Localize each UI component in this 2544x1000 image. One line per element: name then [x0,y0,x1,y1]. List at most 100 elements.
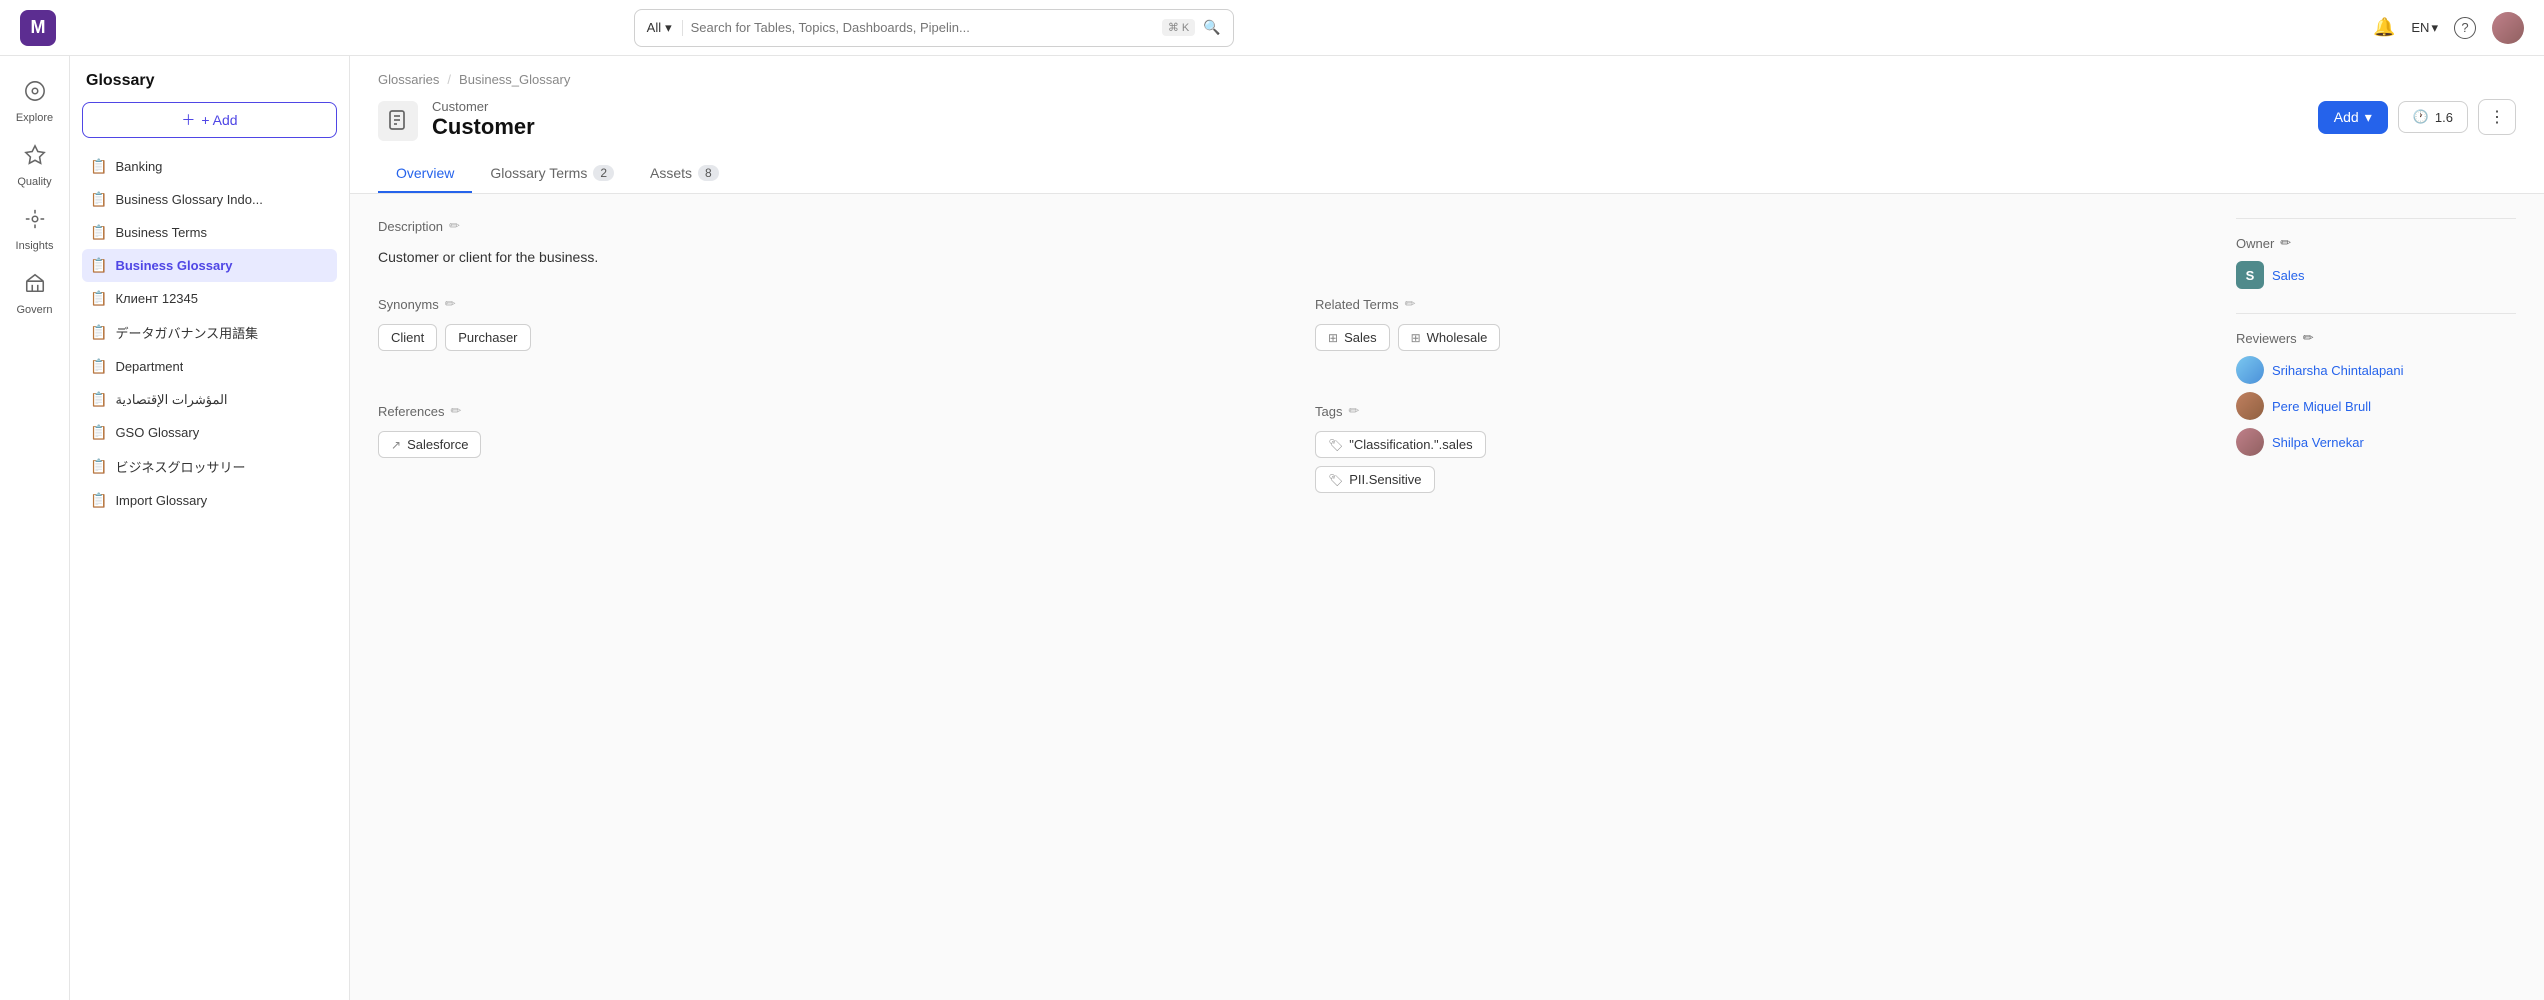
owner-section: Owner ✏ S Sales [2236,235,2516,289]
related-term-wholesale[interactable]: ⊞ Wholesale [1398,324,1501,351]
description-label: Description ✏ [378,218,2212,234]
tag-classification-sales[interactable]: 🏷 "Classification.".sales [1315,431,1486,458]
synonyms-edit-icon[interactable]: ✏ [445,296,456,312]
tab-glossary-terms[interactable]: Glossary Terms 2 [472,153,632,193]
page-title: Customer [432,114,535,140]
doc-icon: 📋 [90,224,107,241]
avatar[interactable] [2492,12,2524,44]
glossary-title: Glossary [82,72,337,90]
reviewers-label: Reviewers ✏ [2236,330,2516,346]
description-edit-icon[interactable]: ✏ [449,218,460,234]
synonym-purchaser[interactable]: Purchaser [445,324,530,351]
help-icon[interactable]: ? [2454,16,2476,39]
reviewer-avatar-sriharsha [2236,356,2264,384]
search-kbd: ⌘K [1162,19,1195,36]
app-logo[interactable]: M [20,10,56,46]
references-edit-icon[interactable]: ✏ [450,403,461,419]
related-terms-section: Related Terms ✏ ⊞ Sales ⊞ Wholesale [1315,296,2212,351]
topbar-right: 🔔 EN ▾ ? [2373,12,2524,44]
tags-label: Tags ✏ [1315,403,2212,419]
topbar: M All ▾ ⌘K 🔍 🔔 EN ▾ ? [0,0,2544,56]
related-terms-edit-icon[interactable]: ✏ [1405,296,1416,312]
glossary-item-gso-glossary[interactable]: 📋 GSO Glossary [82,416,337,449]
tab-assets[interactable]: Assets 8 [632,153,737,193]
icon-nav: Explore Quality Insights [0,56,70,1000]
tabs: Overview Glossary Terms 2 Assets 8 [378,153,2516,193]
reviewer-avatar-pere [2236,392,2264,420]
more-options-button[interactable]: ⋮ [2478,99,2516,135]
tags-edit-icon[interactable]: ✏ [1348,403,1359,419]
breadcrumb-glossaries[interactable]: Glossaries [378,72,439,87]
related-terms-tags: ⊞ Sales ⊞ Wholesale [1315,324,2212,351]
explore-label: Explore [16,112,53,124]
owner-name[interactable]: Sales [2272,268,2305,283]
reference-salesforce[interactable]: ↗ Salesforce [378,431,481,458]
reviewers-edit-icon[interactable]: ✏ [2303,330,2314,346]
content-header: Glossaries / Business_Glossary [350,56,2544,194]
doc-icon: 📋 [90,324,107,341]
sidebar-item-insights[interactable]: Insights [7,200,63,260]
owner-edit-icon[interactable]: ✏ [2280,235,2291,251]
reviewers-section: Reviewers ✏ Sriharsha Chintalapani [2236,330,2516,456]
glossary-item-business-glossary-indo[interactable]: 📋 Business Glossary Indo... [82,183,337,216]
reviewer-sriharsha: Sriharsha Chintalapani [2236,356,2516,384]
quality-label: Quality [17,176,51,188]
sidebar-item-explore[interactable]: Explore [7,72,63,132]
glossary-list: 📋 Banking 📋 Business Glossary Indo... 📋 … [82,150,337,517]
reviewer-name-shilpa[interactable]: Shilpa Vernekar [2272,435,2364,450]
glossary-item-arabic-indicators[interactable]: 📋 المؤشرات الإقتصادية [82,383,337,416]
insights-icon [24,208,46,236]
glossary-item-client-12345[interactable]: 📋 Клиент 12345 [82,282,337,315]
glossary-item-import-glossary[interactable]: 📋 Import Glossary [82,484,337,517]
assets-badge: 8 [698,165,719,181]
reviewer-shilpa: Shilpa Vernekar [2236,428,2516,456]
synonyms-tags: Client Purchaser [378,324,1275,351]
doc-icon: 📋 [90,424,107,441]
main-content: Glossaries / Business_Glossary [350,56,2544,1000]
tags-list: 🏷 "Classification.".sales 🏷 PII.Sensitiv… [1315,431,2212,493]
references-section: References ✏ ↗ Salesforce [378,403,1275,493]
add-primary-button[interactable]: Add ▾ [2318,101,2388,134]
glossary-item-data-governance-jp[interactable]: 📋 データガバナンス用語集 [82,315,337,350]
page-title-wrap: Customer Customer [378,99,535,141]
glossary-item-banking[interactable]: 📋 Banking [82,150,337,183]
synonym-client[interactable]: Client [378,324,437,351]
bell-icon[interactable]: 🔔 [2373,17,2395,38]
version-button[interactable]: 🕐 1.6 [2398,101,2468,133]
sidebar-item-govern[interactable]: Govern [7,264,63,324]
glossary-item-business-glossary[interactable]: 📋 Business Glossary [82,249,337,282]
quality-icon [24,144,46,172]
search-all-dropdown[interactable]: All ▾ [647,20,683,36]
content-main: Description ✏ Customer or client for the… [378,218,2212,521]
term-icon-sales: ⊞ [1328,331,1338,345]
language-selector[interactable]: EN ▾ [2411,20,2438,36]
search-input[interactable] [691,20,1154,35]
search-bar: All ▾ ⌘K 🔍 [634,9,1234,47]
main-layout: Explore Quality Insights [0,56,2544,1000]
chevron-down-icon: ▾ [665,20,672,36]
external-link-icon: ↗ [391,438,401,452]
reviewer-name-sriharsha[interactable]: Sriharsha Chintalapani [2272,363,2404,378]
term-icon-wholesale: ⊞ [1411,331,1421,345]
glossary-item-business-terms[interactable]: 📋 Business Terms [82,216,337,249]
glossary-item-department[interactable]: 📋 Department [82,350,337,383]
explore-icon [24,80,46,108]
glossary-item-business-glossary-jp[interactable]: 📋 ビジネスグロッサリー [82,449,337,484]
related-term-sales[interactable]: ⊞ Sales [1315,324,1390,351]
glossary-add-button[interactable]: ＋ + Add [82,102,337,138]
reviewer-name-pere[interactable]: Pere Miquel Brull [2272,399,2371,414]
glossary-sidebar: Glossary ＋ + Add 📋 Banking 📋 Business Gl… [70,56,350,1000]
related-terms-label: Related Terms ✏ [1315,296,2212,312]
references-label: References ✏ [378,403,1275,419]
breadcrumb: Glossaries / Business_Glossary [378,72,2516,87]
header-actions: Add ▾ 🕐 1.6 ⋮ [2318,99,2516,135]
page-title-text: Customer Customer [432,99,535,140]
tag-icon-2: 🏷 [1328,473,1343,487]
tag-pii-sensitive[interactable]: 🏷 PII.Sensitive [1315,466,1435,493]
synonyms-label: Synonyms ✏ [378,296,1275,312]
sidebar-item-quality[interactable]: Quality [7,136,63,196]
tags-section: Tags ✏ 🏷 "Classification.".sales 🏷 PII.S… [1315,403,2212,493]
content-body: Description ✏ Customer or client for the… [350,194,2544,545]
plus-icon: ＋ [181,110,195,130]
tab-overview[interactable]: Overview [378,153,472,193]
